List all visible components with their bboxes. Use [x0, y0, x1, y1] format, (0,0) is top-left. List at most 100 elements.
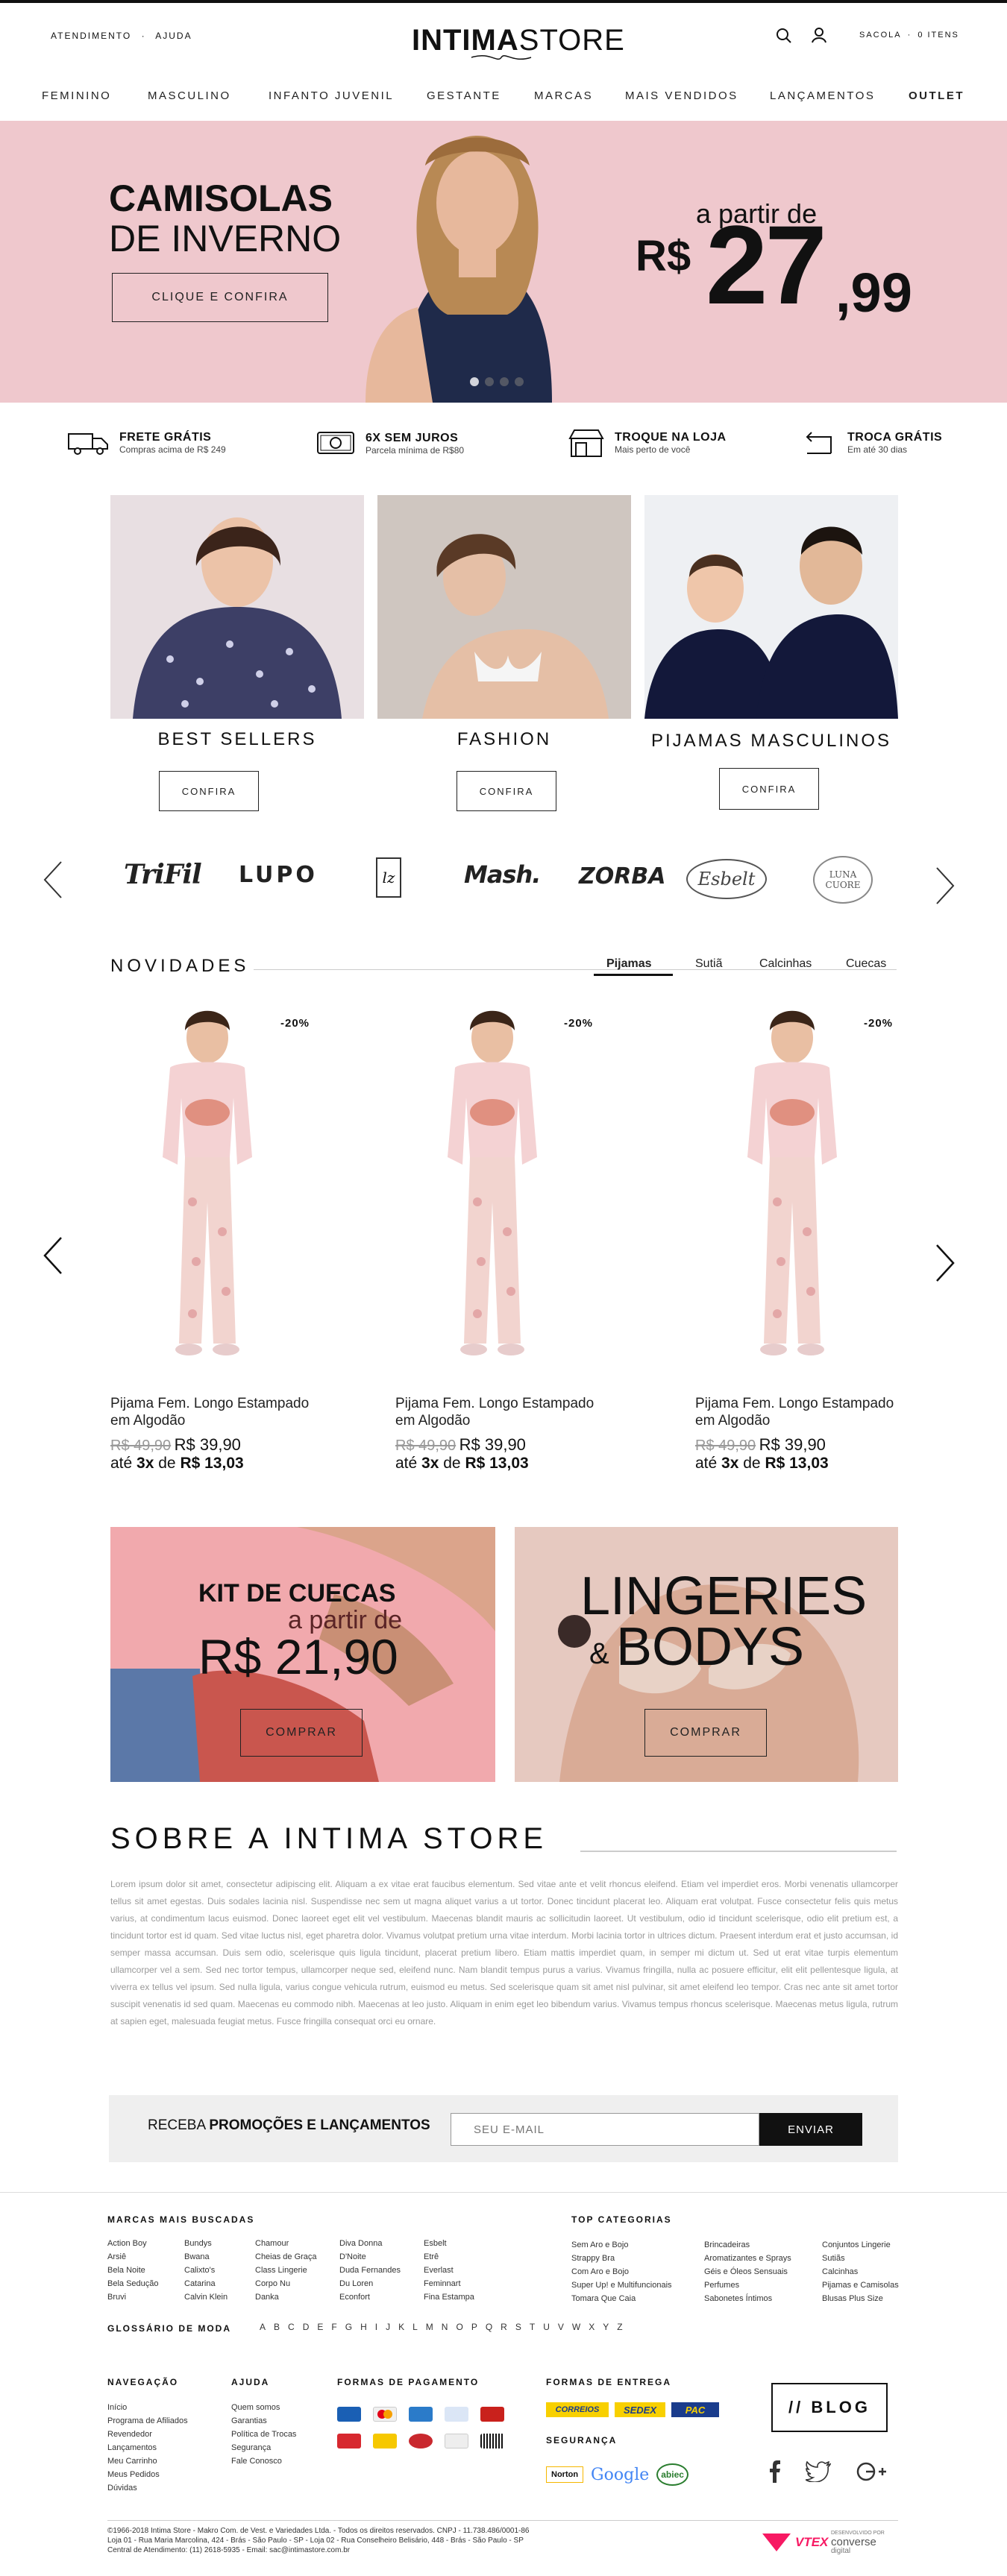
- search-icon[interactable]: [776, 28, 792, 44]
- promo-cuecas-button[interactable]: COMPRAR: [240, 1709, 363, 1757]
- glossary-letter[interactable]: I: [375, 2322, 377, 2332]
- footer-link[interactable]: Meu Carrinho: [107, 2454, 188, 2468]
- glossary-letter[interactable]: J: [386, 2322, 390, 2332]
- carousel-dot[interactable]: [515, 377, 524, 386]
- footer-link[interactable]: Fina Estampa: [424, 2290, 498, 2304]
- footer-link[interactable]: Duda Fernandes: [339, 2264, 424, 2277]
- glossary-letter[interactable]: Z: [617, 2322, 622, 2332]
- glossary-letter[interactable]: H: [360, 2322, 367, 2332]
- glossary-letter[interactable]: A: [260, 2322, 266, 2332]
- footer-link[interactable]: Action Boy: [107, 2237, 184, 2250]
- ajuda-link[interactable]: AJUDA: [155, 31, 192, 41]
- category-image-pijamas-masculinos[interactable]: [644, 495, 898, 719]
- promo-lingeries-button[interactable]: COMPRAR: [644, 1709, 767, 1757]
- product-card[interactable]: -20% Pijama Fem. Longo Estampado em Algo…: [695, 1002, 912, 1473]
- glossary-letter[interactable]: R: [501, 2322, 507, 2332]
- agency-logo[interactable]: DESENVOLVIDO POR converse digital: [831, 2529, 885, 2556]
- footer-link[interactable]: Géis e Óleos Sensuais: [704, 2265, 822, 2279]
- product-card[interactable]: -20% Pijama Fem. Longo Estampado em Algo…: [110, 1002, 327, 1473]
- nav-lancamentos[interactable]: LANÇAMENTOS: [770, 89, 875, 102]
- glossary-letter[interactable]: C: [288, 2322, 295, 2332]
- newsletter-email-input[interactable]: [451, 2113, 759, 2146]
- footer-link[interactable]: Perfumes: [704, 2279, 822, 2292]
- nav-mais-vendidos[interactable]: MAIS VENDIDOS: [625, 89, 738, 102]
- footer-link[interactable]: Bela Noite: [107, 2264, 184, 2277]
- glossary-letter[interactable]: O: [456, 2322, 462, 2332]
- footer-link[interactable]: Aromatizantes e Sprays: [704, 2252, 822, 2265]
- twitter-icon[interactable]: [806, 2461, 831, 2482]
- glossary-letter[interactable]: U: [543, 2322, 550, 2332]
- footer-link[interactable]: Bwana: [184, 2250, 255, 2264]
- footer-link[interactable]: Segurança: [231, 2441, 296, 2454]
- tab-pijamas[interactable]: Pijamas: [606, 957, 651, 971]
- facebook-icon[interactable]: [768, 2460, 780, 2483]
- footer-link[interactable]: Programa de Afiliados: [107, 2414, 188, 2428]
- brand-zorba[interactable]: ZORBA: [579, 863, 665, 889]
- products-prev-arrow-icon[interactable]: [42, 1235, 64, 1276]
- nav-outlet[interactable]: OUTLET: [909, 89, 964, 102]
- glossary-letter[interactable]: P: [471, 2322, 477, 2332]
- confira-button-pijamas[interactable]: CONFIRA: [719, 768, 819, 810]
- footer-link[interactable]: Fale Conosco: [231, 2454, 296, 2468]
- vtex-logo[interactable]: VTEX: [762, 2534, 828, 2551]
- footer-link[interactable]: Sabonetes Íntimos: [704, 2292, 822, 2305]
- glossary-letter[interactable]: X: [589, 2322, 595, 2332]
- footer-link[interactable]: Bela Sedução: [107, 2277, 184, 2290]
- footer-link[interactable]: Econfort: [339, 2290, 424, 2304]
- carousel-dot[interactable]: [470, 377, 479, 386]
- footer-link[interactable]: Feminnart: [424, 2277, 498, 2290]
- brand-lz[interactable]: lz: [376, 857, 401, 898]
- brand-trifil[interactable]: TriFil: [124, 859, 202, 890]
- footer-link[interactable]: Revendedor: [107, 2428, 188, 2441]
- footer-link[interactable]: Sem Aro e Bojo: [571, 2238, 704, 2252]
- glossary-letter[interactable]: N: [442, 2322, 448, 2332]
- footer-link[interactable]: Chamour: [255, 2237, 339, 2250]
- product-name[interactable]: Pijama Fem. Longo Estampado em Algodão: [110, 1395, 327, 1429]
- footer-link[interactable]: Quem somos: [231, 2401, 296, 2414]
- footer-link[interactable]: Conjuntos Lingerie: [822, 2238, 912, 2252]
- promo-banner-lingeries[interactable]: LINGERIES & BODYS COMPRAR: [515, 1527, 898, 1782]
- footer-link[interactable]: Início: [107, 2401, 188, 2414]
- footer-link[interactable]: Com Aro e Bojo: [571, 2265, 704, 2279]
- footer-link[interactable]: Brincadeiras: [704, 2238, 822, 2252]
- brand-luna-cuore[interactable]: LUNA CUORE: [813, 856, 873, 904]
- nav-feminino[interactable]: FEMININO: [42, 89, 111, 102]
- glossary-letter[interactable]: F: [331, 2322, 336, 2332]
- footer-link[interactable]: Catarina: [184, 2277, 255, 2290]
- glossary-letter[interactable]: T: [530, 2322, 535, 2332]
- footer-link[interactable]: Corpo Nu: [255, 2277, 339, 2290]
- glossary-letter[interactable]: S: [515, 2322, 521, 2332]
- footer-link[interactable]: Blusas Plus Size: [822, 2292, 912, 2305]
- footer-link[interactable]: Class Lingerie: [255, 2264, 339, 2277]
- product-name[interactable]: Pijama Fem. Longo Estampado em Algodão: [695, 1395, 912, 1429]
- nav-masculino[interactable]: MASCULINO: [148, 89, 231, 102]
- google-plus-icon[interactable]: [856, 2460, 886, 2483]
- footer-link[interactable]: Everlast: [424, 2264, 498, 2277]
- nav-marcas[interactable]: MARCAS: [534, 89, 593, 102]
- user-icon[interactable]: [811, 27, 827, 43]
- glossary-letter[interactable]: M: [426, 2322, 433, 2332]
- glossary-letter[interactable]: Q: [486, 2322, 492, 2332]
- newsletter-submit-button[interactable]: ENVIAR: [759, 2113, 862, 2146]
- confira-button-fashion[interactable]: CONFIRA: [457, 771, 556, 811]
- brands-prev-arrow-icon[interactable]: [42, 859, 64, 901]
- nav-gestante[interactable]: GESTANTE: [427, 89, 501, 102]
- footer-link[interactable]: Danka: [255, 2290, 339, 2304]
- glossary-letter[interactable]: G: [345, 2322, 352, 2332]
- brand-lupo[interactable]: LUPO: [239, 862, 318, 888]
- glossary-letter[interactable]: K: [398, 2322, 404, 2332]
- tab-calcinhas[interactable]: Calcinhas: [759, 957, 812, 971]
- tab-cuecas[interactable]: Cuecas: [846, 957, 886, 971]
- footer-link[interactable]: Strappy Bra: [571, 2252, 704, 2265]
- tab-sutia[interactable]: Sutiã: [695, 957, 722, 971]
- bag-link[interactable]: SACOLA · 0 ITENS: [859, 31, 959, 40]
- glossary-letter[interactable]: Y: [603, 2322, 609, 2332]
- glossary-letter[interactable]: W: [572, 2322, 580, 2332]
- glossary-letter[interactable]: D: [303, 2322, 310, 2332]
- glossary-letter[interactable]: B: [274, 2322, 280, 2332]
- footer-link[interactable]: Meus Pedidos: [107, 2468, 188, 2481]
- brand-mash[interactable]: Mash.: [464, 860, 541, 889]
- footer-link[interactable]: Calcinhas: [822, 2265, 912, 2279]
- category-image-fashion[interactable]: [377, 495, 631, 719]
- carousel-dot[interactable]: [485, 377, 494, 386]
